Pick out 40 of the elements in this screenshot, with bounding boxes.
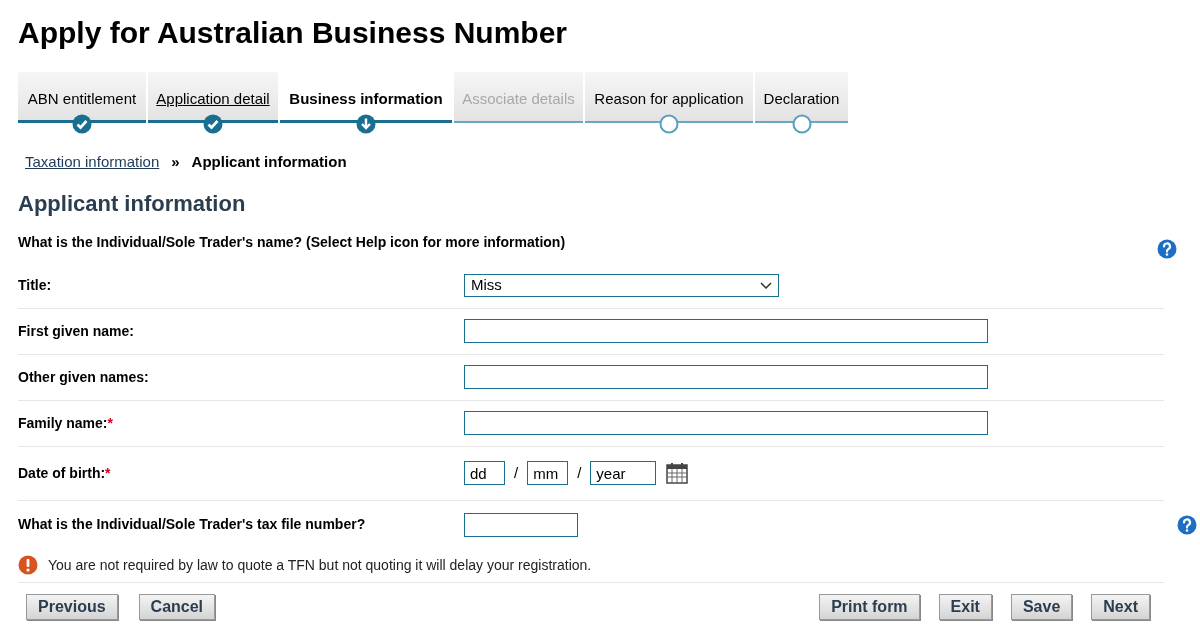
step-tab[interactable]: Reason for application — [585, 72, 753, 123]
text-field[interactable] — [464, 319, 988, 343]
date-separator: / — [576, 462, 583, 483]
field-label: Date of birth: — [18, 463, 106, 483]
nav-button[interactable]: Print form — [819, 593, 920, 620]
breadcrumb-current: Applicant information — [191, 152, 347, 172]
nav-button[interactable]: Exit — [938, 593, 992, 620]
date-field[interactable]: year — [590, 461, 657, 485]
breadcrumb-link[interactable]: Taxation information — [25, 151, 160, 174]
date-field[interactable]: mm — [527, 461, 569, 485]
calendar-icon — [666, 462, 689, 484]
warning-icon — [18, 555, 38, 575]
required-mark: * — [107, 413, 113, 433]
field-label: Family name: — [18, 413, 108, 433]
step-tab[interactable]: Declaration — [755, 72, 848, 123]
nav-button[interactable]: Next — [1091, 593, 1150, 620]
field-label: Other given names: — [18, 367, 149, 387]
nav-button[interactable]: Previous — [26, 593, 118, 620]
question-text: What is the Individual/Sole Trader's name? (Select Help icon for more information) — [18, 233, 566, 252]
page-title: Apply for Australian Business Number — [18, 15, 568, 51]
nav-button[interactable]: Save — [1010, 593, 1073, 620]
field-label: Title: — [18, 275, 52, 295]
title-dropdown[interactable]: Miss — [464, 273, 779, 297]
breadcrumb-separator: » — [171, 152, 180, 172]
text-field[interactable] — [464, 411, 988, 435]
required-mark: * — [105, 463, 111, 483]
section-heading: Applicant information — [18, 189, 247, 218]
text-field[interactable] — [464, 365, 988, 389]
nav-button[interactable]: Cancel — [138, 593, 216, 620]
step-tab[interactable]: ABN entitlement — [18, 72, 146, 123]
date-separator: / — [513, 462, 520, 483]
step-link[interactable]: Application detail — [156, 88, 270, 111]
step-tab[interactable]: Application detail — [148, 72, 278, 123]
date-field[interactable]: dd — [464, 461, 505, 485]
field-label: First given name: — [18, 321, 134, 341]
field-label: What is the Individual/Sole Trader's tax file number? — [18, 515, 366, 534]
step-tab: Associate details — [454, 72, 583, 123]
notice-text: You are not required by law to quote a TFN but not quoting it will delay your registration. — [48, 555, 592, 575]
text-field[interactable] — [464, 512, 578, 537]
chevron-down-icon — [760, 281, 772, 289]
